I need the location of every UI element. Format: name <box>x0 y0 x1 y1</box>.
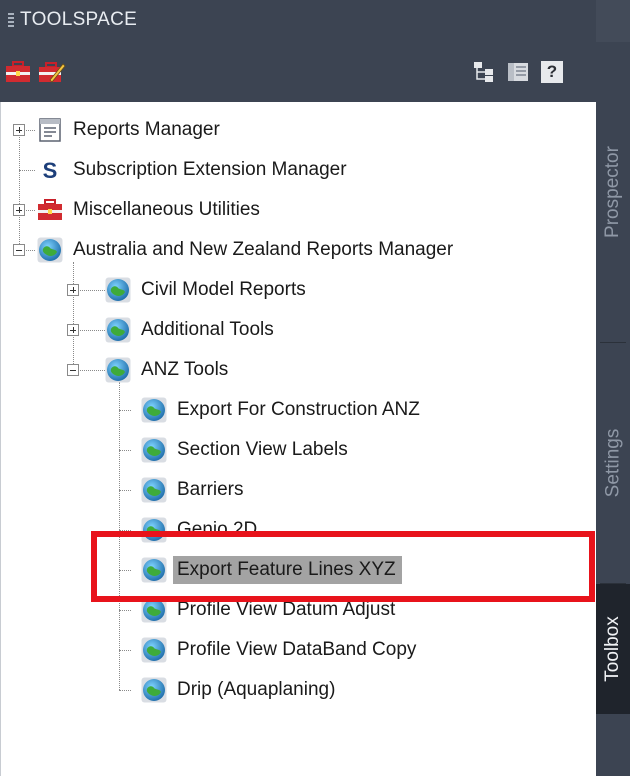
expand-icon[interactable] <box>13 124 25 136</box>
tree-item-label: Additional Tools <box>141 319 274 340</box>
tree-item-label: ANZ Tools <box>141 359 229 380</box>
tree-connector-line <box>119 610 131 611</box>
tree-item[interactable]: Export For Construction ANZ <box>141 392 426 428</box>
tree-connector-line <box>73 262 74 370</box>
toolbox-icon[interactable] <box>4 58 32 86</box>
tree-view-icon[interactable] <box>470 58 498 86</box>
globe-icon <box>141 637 167 663</box>
globe-icon <box>37 237 63 263</box>
collapse-icon[interactable] <box>13 244 25 256</box>
drag-grip-icon[interactable] <box>8 13 14 29</box>
globe-icon <box>105 317 131 343</box>
tree-item[interactable]: Profile View DataBand Copy <box>141 632 422 668</box>
reports-manager-icon <box>37 117 63 143</box>
list-view-icon[interactable] <box>504 58 532 86</box>
tree-connector-line <box>119 650 131 651</box>
tree-item-label: Profile View DataBand Copy <box>177 639 417 660</box>
toolbox-icon <box>37 197 63 223</box>
expand-icon[interactable] <box>13 204 25 216</box>
tree-item-label: Section View Labels <box>177 439 348 460</box>
tree-item[interactable]: Reports Manager <box>37 112 226 148</box>
panel-title: TOOLSPACE <box>20 9 138 30</box>
subscription-s-icon: S <box>37 157 63 183</box>
globe-icon <box>105 357 131 383</box>
tree-connector-line <box>119 490 131 491</box>
tree-connector-line <box>19 170 35 171</box>
tree-connector-line <box>119 410 131 411</box>
sidebar-top <box>596 0 630 42</box>
tree-item[interactable]: Section View Labels <box>141 432 354 468</box>
globe-icon <box>141 397 167 423</box>
globe-icon <box>141 477 167 503</box>
globe-icon <box>141 437 167 463</box>
tree-item-label: Reports Manager <box>73 119 220 140</box>
toolspace-window: TOOLSPACE ? Reports Manager S Subscripti… <box>0 0 630 776</box>
toolspace-sidebar: Prospector Settings Toolbox <box>596 0 630 776</box>
tab-prospector[interactable]: Prospector <box>596 42 630 342</box>
tree-item[interactable]: Civil Model Reports <box>105 272 312 308</box>
tree-item-label: Australia and New Zealand Reports Manage… <box>73 239 454 260</box>
toolbox-tree: Reports Manager S Subscription Extension M… <box>0 102 597 776</box>
tree-item[interactable]: Miscellaneous Utilities <box>37 192 266 228</box>
expand-icon[interactable] <box>67 324 79 336</box>
expand-icon[interactable] <box>67 284 79 296</box>
tree-connector-line <box>19 130 20 250</box>
tree-item-label: Barriers <box>177 479 244 500</box>
tree-item[interactable]: S Subscription Extension Manager <box>37 152 353 188</box>
tab-settings[interactable]: Settings <box>596 343 630 583</box>
tree-item-label: Miscellaneous Utilities <box>73 199 260 220</box>
highlight-annotation-box <box>91 531 595 602</box>
tree-item-label: Export For Construction ANZ <box>177 399 420 420</box>
tree-item[interactable]: Drip (Aquaplaning) <box>141 672 341 708</box>
tree-item[interactable]: ANZ Tools <box>105 352 234 388</box>
edit-toolbox-icon[interactable] <box>38 58 66 86</box>
tab-toolbox[interactable]: Toolbox <box>596 584 630 714</box>
toolspace-titlebar[interactable]: TOOLSPACE <box>0 0 596 42</box>
tree-item-label: Drip (Aquaplaning) <box>177 679 336 700</box>
tree-item-label: Civil Model Reports <box>141 279 306 300</box>
globe-icon <box>141 677 167 703</box>
collapse-icon[interactable] <box>67 364 79 376</box>
tree-item[interactable]: Additional Tools <box>105 312 280 348</box>
svg-text:S: S <box>43 158 58 183</box>
tree-item-label: Subscription Extension Manager <box>73 159 347 180</box>
tree-connector-line <box>119 450 131 451</box>
toolbar: ? <box>0 42 596 102</box>
help-icon[interactable]: ? <box>538 58 566 86</box>
globe-icon <box>105 277 131 303</box>
tree-item[interactable]: Barriers <box>141 472 250 508</box>
tree-connector-line <box>119 690 131 691</box>
tree-item[interactable]: Australia and New Zealand Reports Manage… <box>37 232 459 268</box>
